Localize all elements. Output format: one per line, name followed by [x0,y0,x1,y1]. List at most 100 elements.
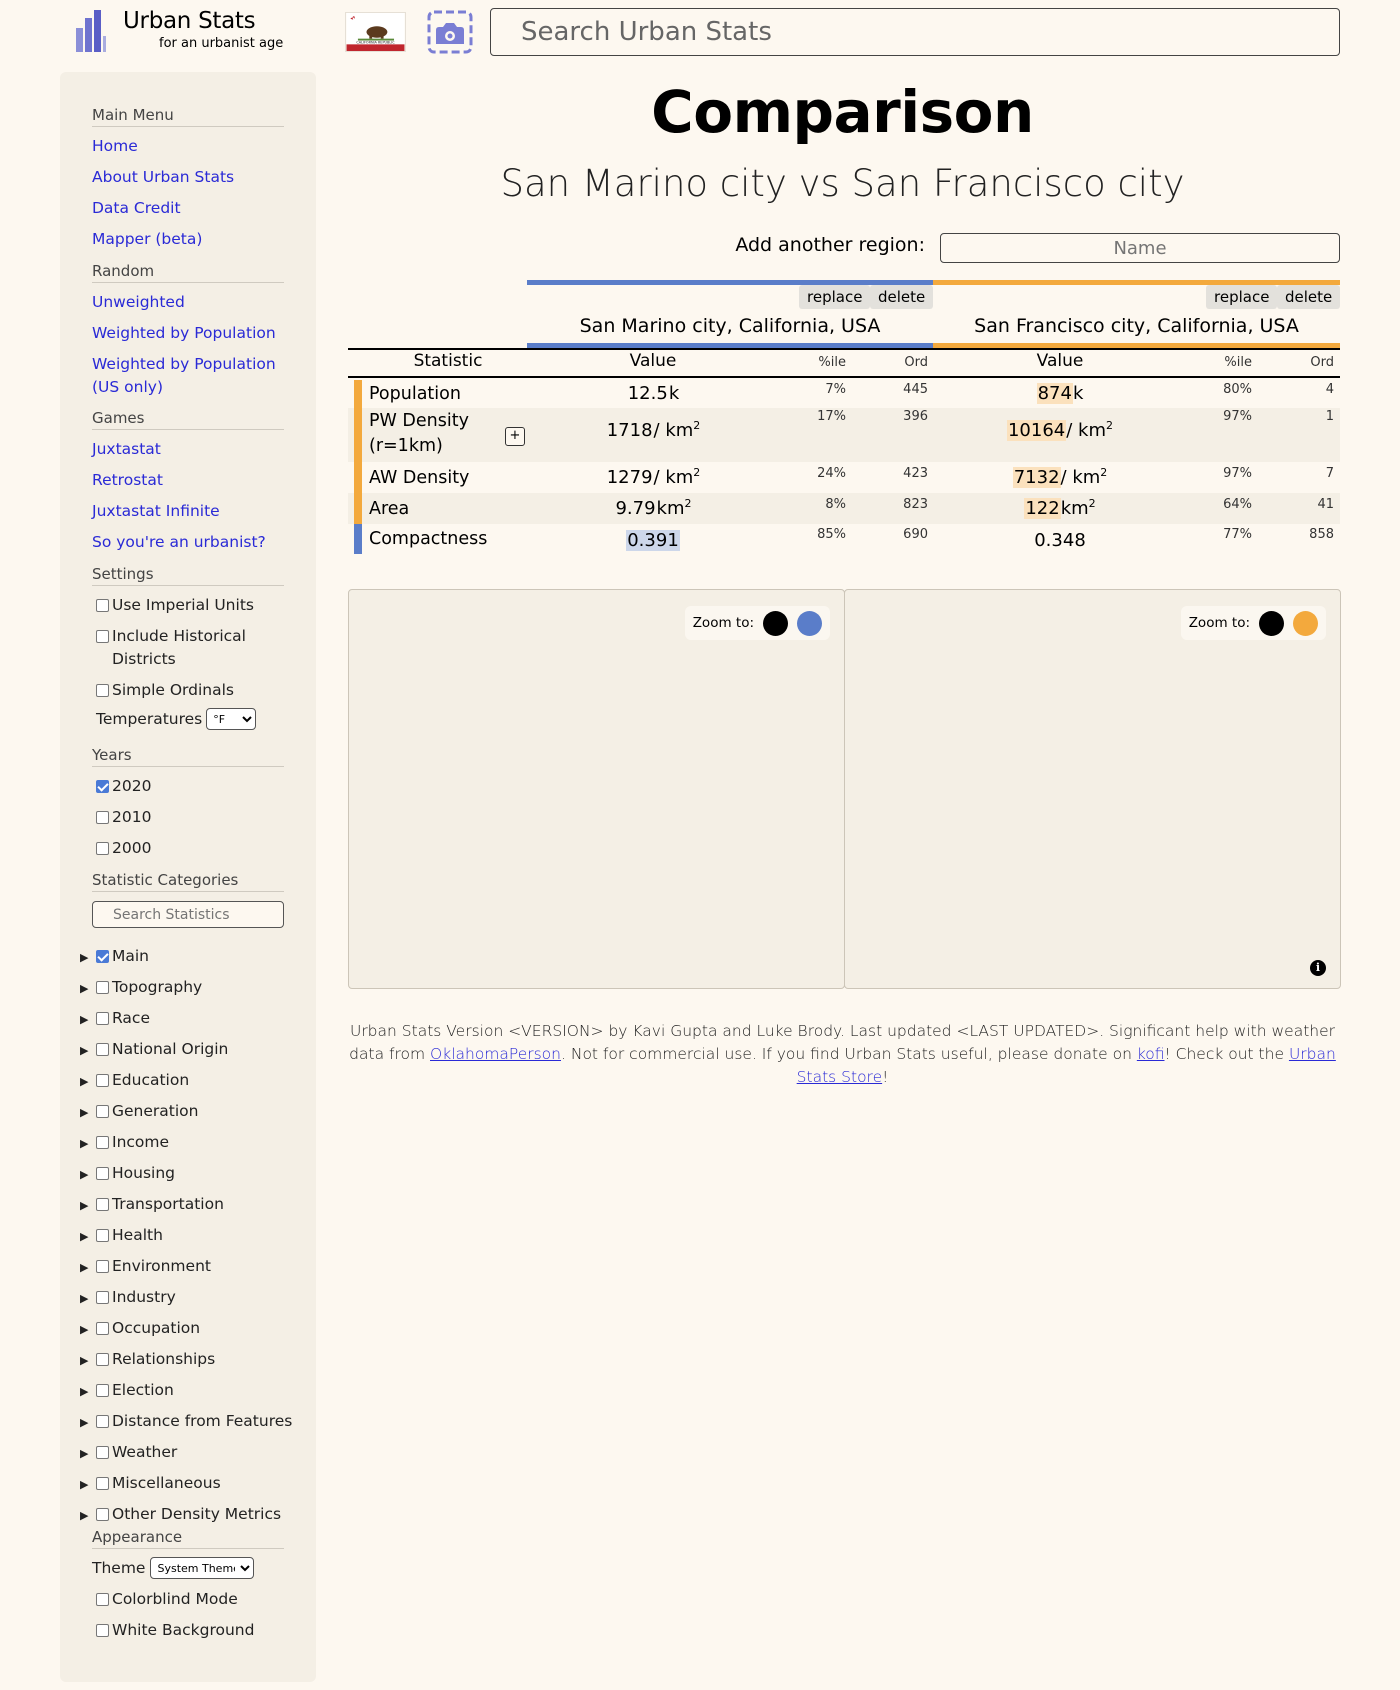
sidebar-link-about[interactable]: About Urban Stats [92,166,292,189]
zoom-region-button[interactable] [797,610,822,636]
category-item[interactable]: ▶ Distance from Features [80,1410,292,1434]
expand-triangle-icon[interactable]: ▶ [80,977,96,1000]
statistic-name[interactable]: PW Density (r=1km) [369,409,479,459]
year-2010[interactable]: 2010 [96,806,151,829]
sidebar-link-weighted-population[interactable]: Weighted by Population [92,322,292,345]
sidebar-link-retrostat[interactable]: Retrostat [92,469,292,492]
checkbox[interactable] [96,811,109,824]
checkbox[interactable] [96,1260,109,1273]
ordinal-value[interactable]: 423 [866,466,928,481]
zoom-all-button[interactable] [763,610,788,636]
ordinal-value[interactable]: 396 [866,409,928,424]
ordinal-value[interactable]: 41 [1272,497,1334,512]
checkbox[interactable] [96,1624,109,1637]
expand-triangle-icon[interactable]: ▶ [80,946,96,969]
setting-historical-districts[interactable]: Include Historical Districts [96,625,266,671]
delete-button[interactable]: delete [870,285,934,309]
search-input[interactable] [490,8,1340,56]
ordinal-value[interactable]: 4 [1272,382,1334,397]
checkbox[interactable] [96,1384,109,1397]
setting-simple-ordinals[interactable]: Simple Ordinals [92,679,234,702]
checkbox[interactable] [96,1198,109,1211]
footer-link-oklahomaperson[interactable]: OklahomaPerson [430,1045,561,1063]
statistic-name[interactable]: Population [369,382,529,407]
brand-title[interactable]: Urban Stats [123,8,256,34]
expand-triangle-icon[interactable]: ▶ [80,1163,96,1186]
category-item[interactable]: ▶ Generation [80,1100,198,1124]
category-item[interactable]: ▶ Transportation [80,1193,224,1217]
expand-button[interactable]: + [505,427,525,446]
expand-triangle-icon[interactable]: ▶ [80,1318,96,1341]
screenshot-icon[interactable] [427,10,473,54]
category-item[interactable]: ▶ Weather [80,1441,177,1465]
sidebar-link-juxtastat-infinite[interactable]: Juxtastat Infinite [92,500,292,523]
category-item[interactable]: ▶ Race [80,1007,150,1031]
category-item[interactable]: ▶ Other Density Metrics [80,1503,281,1527]
checkbox[interactable] [96,630,109,643]
expand-triangle-icon[interactable]: ▶ [80,1070,96,1093]
year-2000[interactable]: 2000 [96,837,151,860]
setting-white-background[interactable]: White Background [96,1619,254,1642]
expand-triangle-icon[interactable]: ▶ [80,1411,96,1434]
theme-select[interactable]: System Theme [150,1557,255,1579]
checkbox[interactable] [96,1477,109,1490]
checkbox[interactable] [96,1043,109,1056]
category-item[interactable]: ▶ Occupation [80,1317,200,1341]
category-item[interactable]: ▶ Miscellaneous [80,1472,221,1496]
delete-button[interactable]: delete [1277,285,1341,309]
checkbox[interactable] [96,1291,109,1304]
checkbox[interactable] [96,1074,109,1087]
statistic-name[interactable]: Compactness [369,527,529,552]
sidebar-link-home[interactable]: Home [92,135,292,158]
category-item[interactable]: ▶ National Origin [80,1038,228,1062]
setting-imperial-units[interactable]: Use Imperial Units [96,594,254,617]
checkbox[interactable] [96,599,109,612]
map-panel[interactable]: Zoom to: [348,589,845,989]
ordinal-value[interactable]: 445 [866,382,928,397]
ordinal-value[interactable]: 7 [1272,466,1334,481]
statistic-name[interactable]: AW Density [369,466,529,491]
expand-triangle-icon[interactable]: ▶ [80,1132,96,1155]
category-item[interactable]: ▶ Environment [80,1255,211,1279]
category-item[interactable]: ▶ Main [80,945,149,969]
sidebar-link-weighted-population-us[interactable]: Weighted by Population (US only) [92,353,292,399]
checkbox[interactable] [96,684,109,697]
expand-triangle-icon[interactable]: ▶ [80,1039,96,1062]
checkbox[interactable] [96,1105,109,1118]
expand-triangle-icon[interactable]: ▶ [80,1225,96,1248]
category-item[interactable]: ▶ Topography [80,976,202,1000]
expand-triangle-icon[interactable]: ▶ [80,1349,96,1372]
category-item[interactable]: ▶ Housing [80,1162,175,1186]
checkbox[interactable] [96,1415,109,1428]
expand-triangle-icon[interactable]: ▶ [80,1101,96,1124]
checkbox[interactable] [96,1136,109,1149]
checkbox[interactable] [96,780,109,793]
sidebar-link-urbanist-quiz[interactable]: So you're an urbanist? [92,531,292,554]
replace-button[interactable]: replace [799,285,871,309]
footer-link-kofi[interactable]: kofi [1137,1045,1165,1063]
expand-triangle-icon[interactable]: ▶ [80,1194,96,1217]
sidebar-link-juxtastat[interactable]: Juxtastat [92,438,292,461]
checkbox[interactable] [96,1446,109,1459]
urban-stats-logo-icon[interactable] [76,10,106,52]
statistic-name[interactable]: Area [369,497,529,522]
checkbox[interactable] [96,950,109,963]
sidebar-link-unweighted[interactable]: Unweighted [92,291,292,314]
sidebar-link-mapper[interactable]: Mapper (beta) [92,228,292,251]
checkbox[interactable] [96,1593,109,1606]
sidebar-link-data-credit[interactable]: Data Credit [92,197,292,220]
statistics-search-input[interactable] [92,901,284,928]
region-name[interactable]: San Francisco city, California, USA [933,315,1340,337]
zoom-region-button[interactable] [1293,610,1318,636]
category-item[interactable]: ▶ Election [80,1379,174,1403]
ordinal-value[interactable]: 1 [1272,409,1334,424]
checkbox[interactable] [96,1353,109,1366]
category-item[interactable]: ▶ Health [80,1224,163,1248]
checkbox[interactable] [96,1167,109,1180]
expand-triangle-icon[interactable]: ▶ [80,1380,96,1403]
ordinal-value[interactable]: 858 [1272,527,1334,542]
expand-triangle-icon[interactable]: ▶ [80,1504,96,1527]
ordinal-value[interactable]: 823 [866,497,928,512]
add-region-input[interactable] [940,233,1340,263]
expand-triangle-icon[interactable]: ▶ [80,1442,96,1465]
